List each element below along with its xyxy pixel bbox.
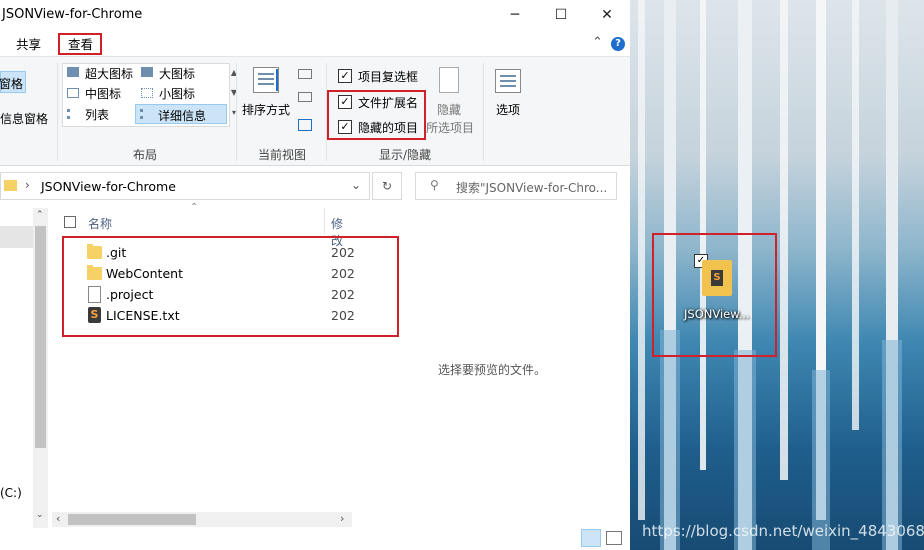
address-dropdown-icon[interactable]: ⌄ bbox=[351, 178, 361, 192]
options-icon bbox=[495, 69, 521, 93]
desktop-background: ✓ S JSONView... https://blog.csdn.net/we… bbox=[630, 0, 924, 550]
current-view-group-label: 当前视图 bbox=[258, 148, 307, 162]
nav-selected-item[interactable] bbox=[0, 226, 33, 248]
layout-details: 详细信息 bbox=[158, 109, 207, 123]
desktop-icon-label: JSONView... bbox=[684, 307, 750, 321]
details-pane-button[interactable]: 信息窗格 bbox=[0, 110, 48, 127]
layout-gallery: 超大图标 大图标 中图标 小图标 列表 详细信息 bbox=[62, 63, 230, 127]
ribbon-separator bbox=[483, 63, 484, 161]
details-view-toggle-icon[interactable] bbox=[581, 529, 601, 547]
window-title: JSONView-for-Chrome bbox=[2, 7, 143, 22]
sort-ascending-icon: ⌃ bbox=[190, 202, 199, 213]
address-bar[interactable]: › JSONView-for-Chrome ⌄ bbox=[0, 172, 370, 200]
navigation-pane-button[interactable]: 窗格 bbox=[0, 71, 26, 93]
layout-large-icons[interactable]: 大图标 bbox=[159, 65, 195, 82]
size-columns-icon[interactable] bbox=[298, 119, 312, 131]
column-name[interactable]: 名称 bbox=[88, 215, 112, 232]
preview-message: 选择要预览的文件。 bbox=[438, 363, 547, 377]
nav-drive-c[interactable]: (C:) bbox=[0, 486, 22, 500]
select-all-checkbox[interactable] bbox=[64, 216, 76, 228]
list-icon bbox=[67, 109, 79, 119]
extra-large-icons-icon bbox=[67, 67, 79, 77]
nav-scroll-thumb[interactable] bbox=[35, 226, 46, 448]
breadcrumb-current[interactable]: JSONView-for-Chrome bbox=[41, 179, 176, 194]
ribbon-separator bbox=[57, 63, 58, 161]
details-icon bbox=[140, 109, 152, 119]
item-checkboxes-checkbox[interactable]: ✓ bbox=[338, 69, 352, 83]
title-bar: JSONView-for-Chrome ─ ☐ ✕ bbox=[0, 0, 630, 30]
show-hide-group-label: 显示/隐藏 bbox=[379, 148, 432, 162]
ribbon-separator bbox=[236, 63, 237, 161]
layout-group-label: 布局 bbox=[133, 148, 158, 162]
column-divider[interactable] bbox=[324, 208, 325, 234]
layout-extra-large-icons[interactable]: 超大图标 bbox=[85, 65, 133, 82]
breadcrumb-chevron-icon[interactable]: › bbox=[25, 178, 30, 192]
ribbon: 窗格 信息窗格 超大图标 大图标 中图标 小图标 列表 详细信息 ▲ ▼ ▾ 布局 bbox=[0, 56, 630, 166]
group-by-icon[interactable] bbox=[298, 69, 312, 79]
nav-vertical-scrollbar[interactable]: ⌃ ⌄ bbox=[33, 208, 48, 528]
navigation-pane-label: 窗格 bbox=[0, 77, 24, 91]
item-checkboxes-label: 项目复选框 bbox=[358, 70, 419, 84]
desktop-folder-item[interactable]: ✓ S JSONView... bbox=[674, 250, 764, 322]
search-box[interactable]: ⚲ 搜索"JSONView-for-Chro... bbox=[415, 172, 617, 200]
add-columns-icon[interactable] bbox=[298, 92, 312, 102]
sort-by-button[interactable]: 排序方式 bbox=[242, 101, 290, 118]
highlight-file-list bbox=[62, 236, 399, 337]
close-button[interactable]: ✕ bbox=[584, 0, 630, 30]
hide-selected-label-1[interactable]: 隐藏 bbox=[437, 101, 461, 118]
large-icons-view-toggle-icon[interactable] bbox=[606, 531, 622, 545]
search-icon: ⚲ bbox=[430, 178, 439, 192]
layout-small-icons[interactable]: 小图标 bbox=[159, 85, 195, 102]
minimize-button[interactable]: ─ bbox=[492, 0, 538, 30]
highlight-extensions-hidden bbox=[327, 90, 426, 140]
search-placeholder: 搜索"JSONView-for-Chro... bbox=[456, 181, 608, 195]
watermark-text: https://blog.csdn.net/weixin_48430685 bbox=[642, 522, 924, 540]
help-icon[interactable]: ? bbox=[611, 37, 625, 51]
layout-list[interactable]: 列表 bbox=[85, 106, 109, 123]
medium-icons-icon bbox=[67, 88, 79, 98]
small-icons-icon bbox=[141, 88, 153, 98]
hide-selected-label-2[interactable]: 所选项目 bbox=[426, 119, 474, 136]
refresh-button[interactable]: ↻ bbox=[372, 172, 402, 200]
tab-share[interactable]: 共享 bbox=[16, 34, 41, 53]
horizontal-scroll-thumb[interactable] bbox=[68, 514, 196, 525]
hide-selected-icon bbox=[439, 67, 459, 93]
ribbon-tabs: 共享 查看 ⌃ ? bbox=[0, 30, 630, 56]
address-row: › JSONView-for-Chrome ⌄ ↻ ⚲ 搜索"JSONView-… bbox=[0, 172, 630, 202]
layout-medium-icons[interactable]: 中图标 bbox=[85, 85, 121, 102]
collapse-ribbon-icon[interactable]: ⌃ bbox=[592, 35, 603, 50]
highlight-view-tab bbox=[58, 33, 102, 55]
options-button[interactable]: 选项 bbox=[496, 101, 520, 118]
folder-icon bbox=[4, 180, 17, 191]
sublime-folder-icon: S bbox=[702, 260, 732, 296]
layout-gallery-scroll[interactable]: ▲ ▼ ▾ bbox=[229, 63, 239, 125]
large-icons-icon bbox=[141, 67, 153, 77]
file-list-header: 名称 ⌃ 修改 bbox=[52, 202, 352, 248]
layout-details-selected[interactable]: 详细信息 bbox=[135, 104, 227, 124]
sort-arrow-icon bbox=[276, 69, 278, 91]
maximize-button[interactable]: ☐ bbox=[538, 0, 584, 30]
file-explorer-window: JSONView-for-Chrome ─ ☐ ✕ 共享 查看 ⌃ ? 窗格 信… bbox=[0, 0, 630, 550]
file-list-horizontal-scrollbar[interactable]: ‹ › bbox=[52, 512, 352, 527]
